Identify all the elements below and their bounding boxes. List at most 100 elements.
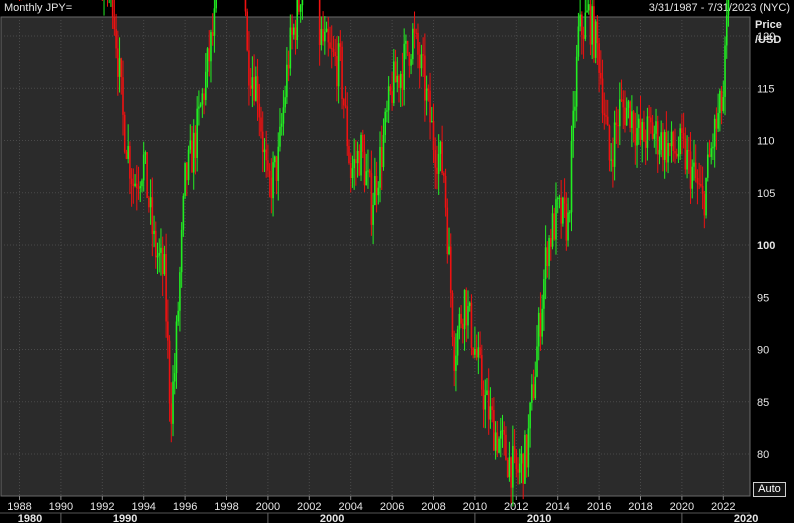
candle-body bbox=[377, 187, 380, 196]
candle-body bbox=[161, 247, 164, 275]
candle-body bbox=[198, 106, 200, 109]
candle-body bbox=[681, 128, 683, 134]
candle-body bbox=[275, 156, 278, 181]
x-tick-label: 2022 bbox=[711, 501, 735, 513]
candle-body bbox=[151, 197, 154, 235]
candle-body bbox=[191, 140, 193, 173]
candle-body bbox=[412, 28, 414, 60]
x-tick-label: 2020 bbox=[670, 501, 694, 513]
candle-body bbox=[620, 99, 623, 101]
candle-body bbox=[346, 106, 349, 147]
decade-label: 1990 bbox=[113, 513, 137, 523]
candle-body bbox=[268, 170, 271, 178]
candle-body bbox=[186, 162, 188, 181]
candle-body bbox=[263, 149, 266, 153]
plot-area bbox=[0, 16, 751, 497]
candle-body bbox=[210, 32, 212, 62]
candle-body bbox=[380, 146, 383, 168]
candle-body bbox=[482, 389, 485, 410]
candle-body bbox=[715, 118, 718, 129]
candle-body bbox=[432, 121, 435, 151]
candle-body bbox=[710, 148, 713, 157]
candle-body bbox=[587, 4, 590, 11]
candle-body bbox=[518, 463, 521, 473]
candle-body bbox=[206, 48, 209, 72]
candle-body bbox=[501, 430, 504, 432]
candle-body bbox=[146, 152, 148, 198]
candle-body bbox=[118, 58, 121, 77]
candle-body bbox=[429, 90, 431, 123]
candle-body bbox=[448, 246, 450, 255]
candle-body bbox=[696, 177, 699, 184]
candle-body bbox=[505, 434, 507, 460]
candle-body bbox=[353, 159, 355, 169]
candle-body bbox=[332, 48, 335, 52]
candle-body bbox=[717, 113, 719, 129]
candle-body bbox=[694, 162, 697, 178]
y-tick-label: 110 bbox=[757, 136, 775, 148]
candle-body bbox=[425, 88, 428, 101]
candle-body bbox=[727, 0, 730, 16]
candle-body bbox=[401, 73, 404, 90]
candle-body bbox=[298, 0, 300, 12]
candle-body bbox=[487, 390, 490, 420]
candle-body bbox=[144, 152, 147, 155]
candle-body bbox=[318, 0, 321, 46]
decade-label: 2000 bbox=[320, 513, 344, 523]
candle-body bbox=[134, 183, 136, 186]
candle-body bbox=[560, 197, 562, 224]
candle-body bbox=[631, 111, 633, 128]
candle-body bbox=[415, 32, 418, 34]
x-tick-label: 2016 bbox=[587, 501, 611, 513]
candle-body bbox=[605, 115, 607, 117]
candle-body bbox=[123, 114, 126, 152]
decade-label: 1980 bbox=[18, 513, 42, 523]
auto-scale-button[interactable]: Auto bbox=[753, 482, 786, 497]
candle-body bbox=[253, 77, 255, 101]
candle-body bbox=[113, 16, 116, 30]
candle-body bbox=[374, 176, 376, 206]
candle-body bbox=[179, 272, 181, 311]
candle-body bbox=[291, 27, 293, 35]
candle-body bbox=[506, 459, 509, 478]
x-tick-label: 1990 bbox=[49, 501, 73, 513]
candle-body bbox=[375, 176, 378, 196]
candle-body bbox=[643, 122, 645, 142]
candle-body bbox=[337, 43, 340, 87]
candle-body bbox=[408, 53, 411, 66]
candle-body bbox=[394, 61, 397, 83]
candle-body bbox=[686, 149, 688, 170]
candle-body bbox=[572, 110, 575, 141]
y-tick-label: 95 bbox=[757, 292, 769, 304]
candle-body bbox=[325, 28, 328, 32]
decade-label: 2020 bbox=[734, 513, 758, 523]
candle-body bbox=[520, 453, 523, 464]
candle-body bbox=[139, 186, 142, 189]
candle-body bbox=[512, 445, 514, 488]
candle-body bbox=[515, 450, 518, 470]
candle-body bbox=[211, 32, 214, 36]
candle-body bbox=[577, 26, 580, 57]
y-tick-label: 80 bbox=[757, 449, 769, 461]
candle-body bbox=[289, 27, 292, 69]
candle-body bbox=[344, 105, 347, 107]
candle-body bbox=[489, 406, 492, 420]
candle-body bbox=[574, 106, 576, 111]
candle-body bbox=[168, 340, 171, 404]
candle-body bbox=[650, 117, 652, 123]
candle-body bbox=[603, 113, 606, 116]
candle-body bbox=[629, 101, 631, 128]
candle-body bbox=[120, 58, 123, 78]
candle-body bbox=[558, 197, 561, 199]
candle-body bbox=[324, 31, 326, 42]
candle-body bbox=[537, 312, 540, 347]
x-tick-label: 2004 bbox=[338, 501, 362, 513]
candle-body bbox=[589, 4, 592, 45]
candle-body bbox=[272, 162, 274, 199]
candle-body bbox=[508, 457, 511, 478]
candle-body bbox=[612, 159, 614, 167]
candle-body bbox=[479, 347, 481, 356]
candle-body bbox=[215, 0, 217, 9]
candle-body bbox=[517, 469, 519, 473]
candle-body bbox=[167, 321, 169, 341]
